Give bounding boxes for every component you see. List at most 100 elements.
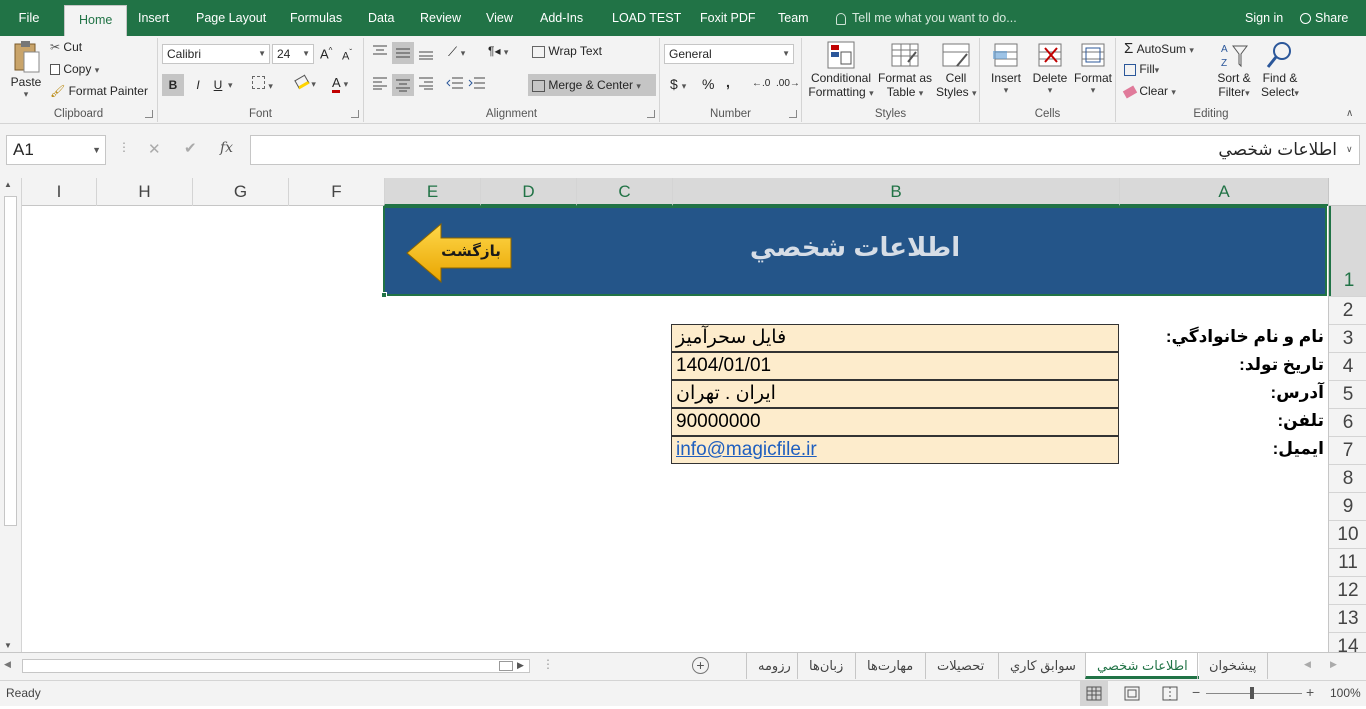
tab-add-ins[interactable]: Add-Ins [540, 0, 583, 36]
sheet-tab-resume[interactable]: رزومه [746, 653, 802, 679]
name-box[interactable]: A1 ▼ [6, 135, 106, 165]
add-sheet-icon[interactable]: + [692, 657, 709, 674]
tab-home[interactable]: Home [64, 5, 128, 36]
row-header-9[interactable]: 9 [1329, 492, 1366, 520]
page-layout-view-button[interactable] [1118, 681, 1146, 706]
row-header-8[interactable]: 8 [1329, 464, 1366, 492]
row-header-12[interactable]: 12 [1329, 576, 1366, 604]
row-header-10[interactable]: 10 [1329, 520, 1366, 548]
sheet-tab-skills[interactable]: مهارت‌ها [855, 653, 924, 679]
column-header-e[interactable]: E [384, 178, 480, 206]
decrease-font-size-button[interactable]: Aˇ [342, 48, 352, 63]
value-email[interactable]: info@magicfile.ir [671, 436, 1119, 464]
select-all-corner[interactable] [1328, 178, 1366, 206]
autosum-button[interactable]: Σ AutoSum ▾ [1124, 40, 1194, 57]
scroll-right-icon[interactable]: ▶ [517, 660, 524, 671]
conditional-formatting-button[interactable]: Conditional Formatting ▾ [808, 40, 874, 99]
row-header-13[interactable]: 13 [1329, 604, 1366, 632]
format-as-table-button[interactable]: Format as Table ▾ [876, 40, 934, 99]
row-header-3[interactable]: 3 [1329, 324, 1366, 352]
column-header-f[interactable]: F [288, 178, 384, 206]
find-select-button[interactable]: Find & Select▾ [1258, 40, 1302, 99]
merge-center-button[interactable]: Merge & Center ▾ [528, 74, 656, 96]
fill-handle[interactable] [381, 292, 387, 298]
zoom-out-icon[interactable]: − [1192, 684, 1200, 700]
value-birth-date[interactable]: 1404/01/01 [671, 352, 1119, 380]
value-address[interactable]: ایران . تهران [671, 380, 1119, 408]
increase-indent-icon[interactable] [468, 76, 486, 93]
number-format-select[interactable]: General ▼ [664, 44, 794, 64]
tab-splitter-icon[interactable]: ⋮ [542, 657, 554, 671]
tab-load-test[interactable]: LOAD TEST [612, 0, 681, 36]
column-header-i[interactable]: I [22, 178, 96, 206]
paste-button[interactable]: Paste ▾ [8, 40, 44, 100]
align-center-icon[interactable] [392, 74, 414, 96]
next-sheet-icon[interactable]: ▶ [1330, 659, 1337, 670]
row-header-1[interactable]: 1 [1329, 206, 1366, 296]
fill-color-button[interactable]: ▾ [294, 74, 316, 90]
cell-styles-button[interactable]: Cell Styles ▾ [936, 40, 977, 99]
tell-me-box[interactable]: Tell me what you want to do... [836, 0, 1017, 36]
underline-dropdown-icon[interactable]: ▾ [228, 80, 233, 91]
delete-cells-button[interactable]: Delete ▾ [1030, 40, 1070, 96]
underline-button[interactable]: U [210, 74, 226, 96]
scroll-left-icon[interactable]: ◀ [4, 659, 11, 670]
column-header-g[interactable]: G [192, 178, 288, 206]
font-color-button[interactable]: A ▾ [332, 75, 348, 93]
tab-file[interactable]: File [0, 0, 58, 36]
zoom-slider[interactable] [1206, 693, 1302, 694]
formula-bar-splitter-icon[interactable]: ⋮ [118, 140, 130, 154]
tab-view[interactable]: View [486, 0, 513, 36]
cut-button[interactable]: ✂ Cut [50, 40, 82, 54]
number-launcher-icon[interactable] [789, 110, 797, 118]
row-header-4[interactable]: 4 [1329, 352, 1366, 380]
share-button[interactable]: Share [1300, 0, 1348, 36]
worksheet-grid[interactable]: اطلاعات شخصي بازگشت نام و نام خانوادگي: … [22, 206, 1328, 652]
tab-formulas[interactable]: Formulas [290, 0, 342, 36]
tab-team[interactable]: Team [778, 0, 809, 36]
align-bottom-icon[interactable] [418, 46, 434, 63]
increase-decimal-icon[interactable]: ←.0 [752, 78, 770, 89]
currency-button[interactable]: $ ▾ [670, 76, 686, 92]
horizontal-scrollbar[interactable]: ▶ [22, 659, 530, 673]
column-header-h[interactable]: H [96, 178, 192, 206]
increase-font-size-button[interactable]: A^ [320, 46, 332, 61]
format-painter-button[interactable]: 🖌 Format Painter [50, 84, 148, 98]
row-header-7[interactable]: 7 [1329, 436, 1366, 464]
cancel-icon[interactable]: ✕ [148, 140, 161, 158]
collapse-ribbon-icon[interactable]: ∧ [1346, 108, 1353, 119]
format-cells-button[interactable]: Format ▾ [1072, 40, 1114, 96]
column-header-c[interactable]: C [576, 178, 672, 206]
orientation-icon[interactable]: ⟋ ▾ [448, 44, 465, 60]
tab-foxit-pdf[interactable]: Foxit PDF [700, 0, 756, 36]
sheet-tab-education[interactable]: تحصيلات [925, 653, 995, 679]
decrease-decimal-icon[interactable]: .00→ [776, 78, 800, 89]
insert-function-icon[interactable]: fx [220, 140, 233, 156]
wrap-text-button[interactable]: Wrap Text [532, 44, 602, 58]
font-size-select[interactable]: 24 ▼ [272, 44, 314, 64]
fill-button[interactable]: Fill▾ [1124, 62, 1159, 76]
sheet-tab-personal-info[interactable]: اطلاعات شخصي [1085, 653, 1199, 679]
italic-button[interactable]: I [190, 74, 206, 96]
back-arrow-button[interactable]: بازگشت [405, 222, 515, 284]
align-right-icon[interactable] [418, 76, 434, 93]
row-header-11[interactable]: 11 [1329, 548, 1366, 576]
email-link[interactable]: info@magicfile.ir [676, 439, 817, 460]
sheet-tab-work-history[interactable]: سوابق کاري [998, 653, 1087, 679]
value-full-name[interactable]: فایل سحرآمیز [671, 324, 1119, 352]
vertical-scroll-thumb[interactable] [4, 196, 17, 526]
clear-button[interactable]: Clear ▾ [1122, 84, 1176, 99]
borders-button[interactable]: ▾ [252, 76, 273, 92]
column-header-d[interactable]: D [480, 178, 576, 206]
comma-button[interactable]: , [726, 74, 730, 90]
clipboard-launcher-icon[interactable] [145, 110, 153, 118]
column-header-b[interactable]: B [672, 178, 1119, 206]
insert-cells-button[interactable]: Insert ▾ [986, 40, 1026, 96]
zoom-in-icon[interactable]: + [1306, 684, 1314, 700]
copy-button[interactable]: Copy ▾ [50, 62, 99, 76]
sort-filter-button[interactable]: AZ Sort & Filter▾ [1214, 40, 1254, 99]
align-left-icon[interactable] [372, 76, 388, 93]
decrease-indent-icon[interactable] [446, 76, 464, 93]
row-header-5[interactable]: 5 [1329, 380, 1366, 408]
align-middle-icon[interactable] [392, 42, 414, 64]
